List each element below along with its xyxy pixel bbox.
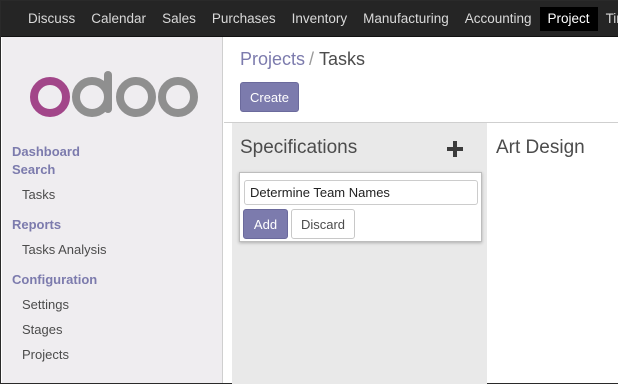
- app-menu: Discuss Calendar Sales Purchases Invento…: [1, 1, 618, 36]
- sidebar-section-dashboard[interactable]: Dashboard: [12, 144, 80, 159]
- menu-item-inventory[interactable]: Inventory: [284, 1, 356, 36]
- quick-create-form: Add Discard: [239, 172, 482, 242]
- sidebar: Dashboard Search Tasks Reports Tasks Ana…: [2, 37, 223, 383]
- control-panel: Projects / Tasks Create: [224, 37, 618, 123]
- plus-icon[interactable]: [445, 139, 465, 159]
- kanban-view: Specifications Add Discard Art Design: [224, 123, 618, 384]
- menu-item-sales[interactable]: Sales: [154, 1, 204, 36]
- breadcrumb-current: Tasks: [319, 49, 366, 69]
- sidebar-item-tasks[interactable]: Tasks: [22, 187, 55, 202]
- menu-item-project[interactable]: Project: [539, 7, 598, 31]
- kanban-column-specifications: Specifications Add Discard: [232, 123, 487, 384]
- menu-item-timesheets[interactable]: Time: [598, 1, 618, 36]
- sidebar-section-configuration[interactable]: Configuration: [12, 272, 97, 287]
- sidebar-item-projects[interactable]: Projects: [22, 347, 69, 362]
- task-name-input[interactable]: [244, 180, 478, 205]
- odoo-logo[interactable]: [30, 71, 198, 119]
- create-button[interactable]: Create: [240, 82, 299, 112]
- sidebar-section-reports[interactable]: Reports: [12, 217, 61, 232]
- kanban-column-art-design-title[interactable]: Art Design: [496, 137, 585, 159]
- sidebar-item-stages[interactable]: Stages: [22, 322, 62, 337]
- breadcrumb-projects-link[interactable]: Projects: [240, 49, 305, 69]
- menu-item-purchases[interactable]: Purchases: [204, 1, 284, 36]
- sidebar-item-settings[interactable]: Settings: [22, 297, 69, 312]
- menu-item-calendar[interactable]: Calendar: [83, 1, 154, 36]
- sidebar-item-tasks-analysis[interactable]: Tasks Analysis: [22, 242, 107, 257]
- discard-button[interactable]: Discard: [291, 209, 355, 239]
- menu-item-accounting[interactable]: Accounting: [457, 1, 540, 36]
- add-button[interactable]: Add: [243, 209, 288, 239]
- breadcrumb-separator: /: [309, 49, 315, 69]
- breadcrumb: Projects / Tasks: [240, 49, 365, 70]
- menu-item-manufacturing[interactable]: Manufacturing: [355, 1, 457, 36]
- sidebar-section-search[interactable]: Search: [12, 162, 55, 177]
- menu-item-discuss[interactable]: Discuss: [20, 1, 83, 36]
- top-navbar: Discuss Calendar Sales Purchases Invento…: [1, 1, 618, 37]
- column-title[interactable]: Specifications: [240, 137, 357, 159]
